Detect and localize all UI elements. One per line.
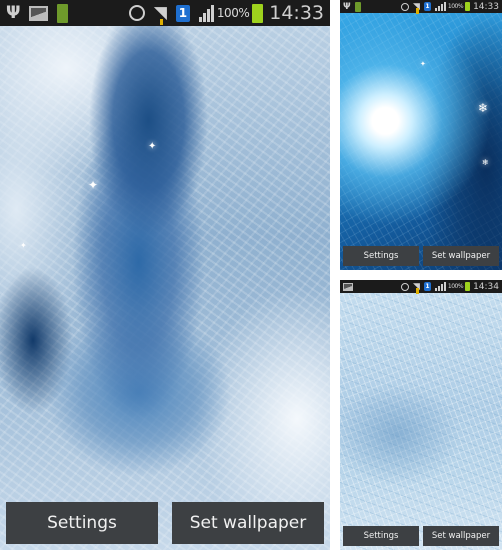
wifi-icon: ◥ [412,1,420,14]
action-buttons: Settings Set wallpaper [0,502,330,544]
sparkle-icon: ✦ [148,141,157,152]
set-wallpaper-button[interactable]: Set wallpaper [172,502,324,544]
settings-button[interactable]: Settings [6,502,158,544]
set-wallpaper-button[interactable]: Set wallpaper [423,526,499,546]
main-phone-screen: Ψ ◥ 1 100% 14:33 ✦ ✦ ✦ Settings Set wall… [0,0,330,550]
battery-icon [252,3,264,23]
wallpaper-preview: ❄ ✦ ❄ [340,13,502,270]
sim-icon: 1 [423,282,431,291]
signal-icon [434,2,447,11]
action-buttons: Settings Set wallpaper [340,246,502,266]
wifi-icon: ◥ [412,281,420,294]
ice-phone-screen: ◥ 1 100% 14:34 Settings Set wallpaper [340,280,502,550]
sim-icon: 1 [423,2,431,11]
sparkle-icon: ✦ [88,178,99,192]
usb-icon: Ψ [343,1,351,12]
clock: 14:33 [269,2,324,24]
signal-icon [198,4,215,22]
status-bar: Ψ ◥ 1 100% 14:33 [0,0,330,26]
sparkle-icon: ✦ [420,60,426,68]
action-buttons: Settings Set wallpaper [340,526,502,546]
battery-notification-icon [57,3,69,23]
wallpaper-preview: ✦ ✦ ✦ [0,26,330,550]
battery-icon [465,2,471,11]
clock: 14:33 [473,1,499,12]
battery-percent: 100% [447,283,464,290]
alarm-icon [128,5,145,21]
sparkle-icon: ✦ [20,241,27,250]
image-icon [343,282,353,291]
clock: 14:34 [473,281,499,292]
image-icon [29,5,49,21]
snowflake-icon: ❄ [478,101,489,115]
sim-icon: 1 [175,4,190,22]
battery-notification-icon [354,1,361,12]
battery-icon [465,282,471,291]
alarm-icon [400,282,409,291]
signal-icon [434,282,447,291]
battery-percent: 100% [216,6,250,20]
wallpaper-preview [340,293,502,550]
sunburst-phone-screen: Ψ ◥ 1 100% 14:33 ❄ ✦ ❄ Settings Set wall… [340,0,502,270]
snowflake-icon: ❄ [482,158,489,167]
settings-button[interactable]: Settings [343,526,419,546]
usb-icon: Ψ [6,3,21,23]
settings-button[interactable]: Settings [343,246,419,266]
wifi-icon: ◥ [153,3,167,25]
status-bar: ◥ 1 100% 14:34 [340,280,502,294]
battery-percent: 100% [447,3,464,10]
status-bar: Ψ ◥ 1 100% 14:33 [340,0,502,14]
alarm-icon [400,2,409,11]
set-wallpaper-button[interactable]: Set wallpaper [423,246,499,266]
